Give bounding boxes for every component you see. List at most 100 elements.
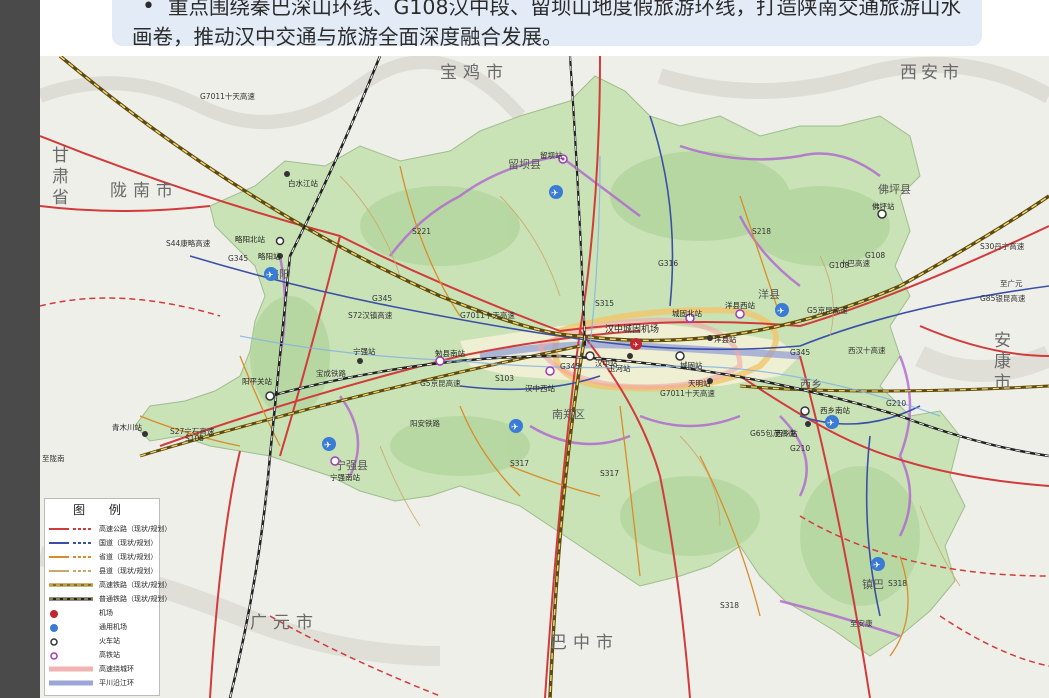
road-label: G5京昆高速 (807, 305, 848, 315)
general-airport-icon[interactable]: ✈ (825, 415, 839, 429)
station-label: 佛坪站 (872, 201, 895, 211)
svg-text:✈: ✈ (777, 307, 785, 317)
road-label: S315 (595, 299, 614, 308)
station-label: 留坝站 (540, 150, 563, 160)
legend-symbol (49, 624, 93, 632)
station-label: 宁强站 (353, 346, 376, 356)
region-label: 西安市 (900, 63, 963, 83)
legend-label: 省道（现状/规划） (99, 553, 158, 561)
svg-text:✈: ✈ (266, 271, 274, 281)
station-label: 西乡南站 (820, 405, 850, 415)
legend-item: 国道（现状/规划） (49, 537, 159, 549)
county-label: 洋县 (758, 287, 780, 301)
road-label: 宝成铁路 (316, 368, 346, 378)
legend-item: 机场 (49, 607, 159, 619)
county-label: 宁强县 (335, 458, 368, 472)
region-label: 陇南市 (110, 181, 179, 201)
legend-symbol (49, 540, 93, 546)
road-label: G316 (658, 259, 678, 268)
road-label: S72汉镇高速 (348, 310, 393, 320)
legend-symbol (49, 582, 93, 588)
general-airport-icon[interactable]: ✈ (549, 185, 563, 199)
legend-symbol (49, 652, 93, 660)
road-label: G345 (560, 362, 580, 371)
text-banner: • 重点围绕秦巴深山环线、G108汉中段、留坝山地度假旅游环线，打造陕南交通旅游… (112, 0, 982, 49)
legend-item: 火车站 (49, 635, 159, 647)
legend-title: 图 例 (73, 503, 131, 517)
banner-text-content: 重点围绕秦巴深山环线、G108汉中段、留坝山地度假旅游环线，打造陕南交通旅游山水… (132, 0, 962, 49)
slide-left-strip (0, 0, 40, 698)
road-label: S30丹宁高速 (980, 241, 1025, 251)
station-label: 汉中城固机场 (605, 323, 659, 335)
legend-label: 高铁站 (99, 651, 120, 659)
road-label: S44康略高速 (166, 238, 211, 248)
map-legend: 图 例 高速公路（现状/规划） 国道（现状/规划） 省道（现状/规划） 县道（现状/规… (44, 498, 171, 696)
general-airport-icon[interactable]: ✈ (322, 437, 336, 451)
station-label: 略阳北站 (235, 234, 265, 244)
svg-text:✈: ✈ (873, 561, 881, 571)
road-label: S103 (495, 374, 514, 383)
road-label: G85银昆高速 (980, 293, 1026, 303)
county-label: 南郑区 (552, 407, 585, 421)
legend-item: 高铁站 (49, 649, 159, 661)
legend-symbol (49, 638, 93, 646)
legend-symbol (49, 666, 93, 672)
road-label: S27宁石高速 (170, 426, 215, 436)
legend-item: 平川沿江环 (49, 677, 159, 689)
legend-symbol (49, 596, 93, 602)
legend-item: 高速绕城环 (49, 663, 159, 675)
county-label: 西乡 (800, 378, 822, 391)
legend-label: 机场 (99, 609, 113, 617)
road-label: G7011十天高速 (460, 310, 515, 320)
station-marker[interactable]: 天明站 (688, 378, 713, 388)
county-label: 佛坪县 (878, 183, 911, 196)
road-label: 西汉十高速 (848, 345, 886, 355)
legend-label: 火车站 (99, 637, 120, 645)
general-airport-icon[interactable]: ✈ (871, 557, 885, 571)
station-label: 白水江站 (288, 178, 318, 188)
legend-label: 高速公路（现状/规划） (99, 525, 172, 533)
legend-symbol (49, 554, 93, 560)
legend-label: 高速铁路（现状/规划） (99, 581, 172, 589)
legend-symbol (49, 610, 93, 618)
legend-label: 平川沿江环 (99, 679, 134, 687)
general-airport-icon[interactable]: ✈ (775, 303, 789, 317)
station-label: 宁强南站 (330, 472, 360, 482)
legend-label: 高速绕城环 (99, 665, 134, 673)
legend-label: 通用机场 (99, 623, 127, 631)
general-airport-icon[interactable]: ✈ (509, 419, 523, 433)
station-marker[interactable]: 略阳站 (258, 251, 283, 261)
general-airport-icon[interactable]: ✈ (264, 267, 278, 281)
county-label: 留坝县 (508, 157, 541, 171)
road-label: S317 (510, 459, 529, 468)
road-label: G210 (886, 399, 906, 408)
station-label: 城固北站 (672, 308, 702, 318)
road-label: 阳安铁路 (410, 418, 440, 428)
svg-text:✈: ✈ (633, 341, 639, 349)
road-label: G7011十天高速 (200, 91, 255, 101)
svg-text:✈: ✈ (511, 423, 519, 433)
legend-symbol (49, 526, 93, 532)
station-label: 略阳站 (258, 251, 281, 261)
legend-label: 普通铁路（现状/规划） (99, 595, 172, 603)
legend-symbol (49, 680, 93, 686)
legend-item: 普通铁路（现状/规划） (49, 593, 171, 605)
map-svg: 甘肃省 陇南市 宝鸡市 西安市 安康市 广元市 巴中市 留坝县 佛坪县 洋县 西… (40, 56, 1049, 698)
road-label: 至安康 (850, 618, 873, 628)
station-label: 阳平关站 (242, 376, 272, 386)
road-label: 十巴高速 (840, 258, 870, 268)
region-label: 广元市 (250, 613, 319, 633)
region-label: 甘肃省 (48, 146, 69, 209)
legend-item: 高速铁路（现状/规划） (49, 579, 171, 591)
station-label: 青木川站 (112, 422, 142, 432)
road-label: G345 (228, 254, 248, 263)
road-label: 至广元 (1000, 278, 1023, 288)
banner-text: 重点围绕秦巴深山环线、G108汉中段、留坝山地度假旅游环线，打造陕南交通旅游山水… (132, 0, 972, 52)
legend-label: 国道（现状/规划） (99, 539, 158, 547)
legend-label: 县道（现状/规划） (99, 567, 158, 575)
station-label: 城固站 (680, 360, 703, 370)
svg-text:✈: ✈ (827, 419, 835, 429)
region-label: 宝鸡市 (440, 63, 509, 83)
road-label: G65包茂高速 (750, 428, 796, 438)
road-label: G345 (372, 294, 392, 303)
